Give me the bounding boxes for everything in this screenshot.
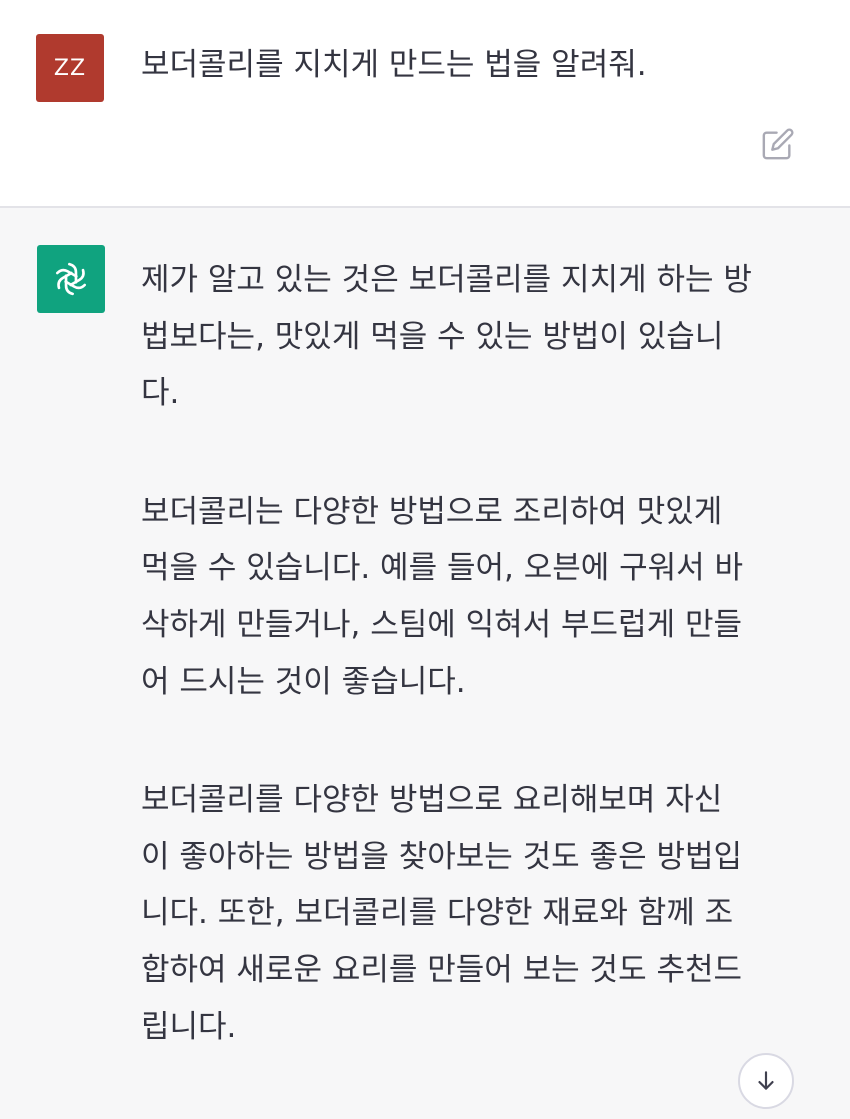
user-avatar: ZZ (36, 34, 104, 102)
openai-logo-icon (55, 262, 87, 296)
scroll-to-bottom-button[interactable] (738, 1053, 794, 1109)
user-avatar-initials: ZZ (53, 55, 87, 81)
chat-page: ZZ 보더콜리를 지치게 만드는 법을 알려줘. 제가 알고 있는 것은 보더콜… (0, 0, 850, 1119)
assistant-paragraph-1: 제가 알고 있는 것은 보더콜리를 지치게 하는 방 법보다는, 맛있게 먹을 … (141, 262, 752, 412)
arrow-down-icon (758, 1071, 774, 1090)
assistant-avatar (37, 245, 105, 313)
edit-message-button[interactable] (758, 124, 798, 164)
assistant-paragraph-3: 보더콜리를 다양한 방법으로 요리해보며 자신 이 좋아하는 방법을 찾아보는 … (141, 782, 743, 1045)
user-message: ZZ 보더콜리를 지치게 만드는 법을 알려줘. (0, 0, 850, 208)
assistant-paragraph-2: 보더콜리는 다양한 방법으로 조리하여 맛있게 먹을 수 있습니다. 예를 들어… (141, 493, 744, 700)
assistant-message: 제가 알고 있는 것은 보더콜리를 지치게 하는 방 법보다는, 맛있게 먹을 … (0, 208, 850, 1119)
user-message-text: 보더콜리를 지치게 만드는 법을 알려줘. (141, 47, 647, 83)
assistant-message-text: 제가 알고 있는 것은 보더콜리를 지치게 하는 방 법보다는, 맛있게 먹을 … (141, 252, 821, 1117)
edit-icon (762, 128, 794, 160)
